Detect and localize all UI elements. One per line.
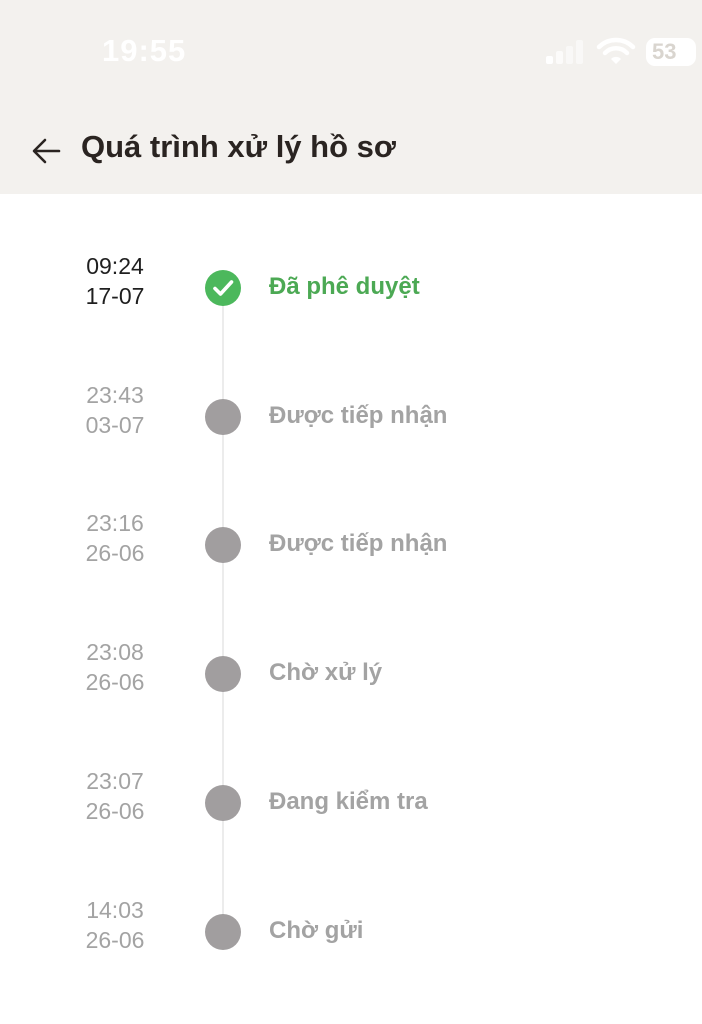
timeline-timestamp: 23:08 26-06	[60, 637, 170, 697]
wifi-icon	[596, 36, 636, 66]
timeline-time: 23:08	[86, 639, 144, 665]
timeline-item: 23:08 26-06 Chờ xử lý	[0, 637, 702, 717]
timeline-time: 23:07	[86, 768, 144, 794]
timeline-timestamp: 23:43 03-07	[60, 380, 170, 440]
timeline-timestamp: 14:03 26-06	[60, 895, 170, 955]
timeline-dot-icon	[205, 399, 241, 435]
timeline-timestamp: 23:07 26-06	[60, 766, 170, 826]
timeline-dot-icon	[205, 785, 241, 821]
timeline-item: 14:03 26-06 Chờ gửi	[0, 895, 702, 975]
timeline-date: 26-06	[85, 798, 145, 824]
battery-indicator: 53	[646, 38, 696, 66]
top-bar: 19:55 53 Quá trình xử lý hồ sơ	[0, 0, 702, 194]
cellular-signal-icon	[546, 40, 586, 64]
timeline-status: Chờ gửi	[269, 917, 364, 944]
timeline-status: Chờ xử lý	[269, 659, 383, 686]
timeline-date: 26-06	[85, 540, 145, 566]
timeline-date: 17-07	[85, 283, 145, 309]
page-title: Quá trình xử lý hồ sơ	[81, 129, 396, 164]
timeline-item: 23:16 26-06 Được tiếp nhận	[0, 508, 702, 588]
check-circle-icon	[205, 270, 241, 306]
timeline-status: Được tiếp nhận	[269, 530, 448, 557]
timeline-item: 09:24 17-07 Đã phê duyệt	[0, 251, 702, 331]
timeline-timestamp: 23:16 26-06	[60, 508, 170, 568]
timeline-time: 14:03	[86, 897, 144, 923]
timeline-status: Đã phê duyệt	[269, 273, 420, 300]
status-time: 19:55	[102, 33, 187, 68]
timeline-date: 26-06	[85, 927, 145, 953]
timeline-item: 23:07 26-06 Đang kiểm tra	[0, 766, 702, 846]
timeline-dot-icon	[205, 656, 241, 692]
arrow-left-icon	[32, 138, 61, 164]
timeline-status: Được tiếp nhận	[269, 402, 448, 429]
timeline-dot-icon	[205, 527, 241, 563]
timeline-date: 03-07	[85, 412, 145, 438]
timeline-time: 23:43	[86, 382, 144, 408]
timeline-time: 23:16	[86, 510, 144, 536]
timeline-status: Đang kiểm tra	[269, 788, 428, 815]
timeline-dot-icon	[205, 914, 241, 950]
timeline-date: 26-06	[85, 669, 145, 695]
timeline-time: 09:24	[86, 253, 144, 279]
timeline-timestamp: 09:24 17-07	[60, 251, 170, 311]
back-button[interactable]	[30, 134, 64, 168]
timeline-item: 23:43 03-07 Được tiếp nhận	[0, 380, 702, 460]
